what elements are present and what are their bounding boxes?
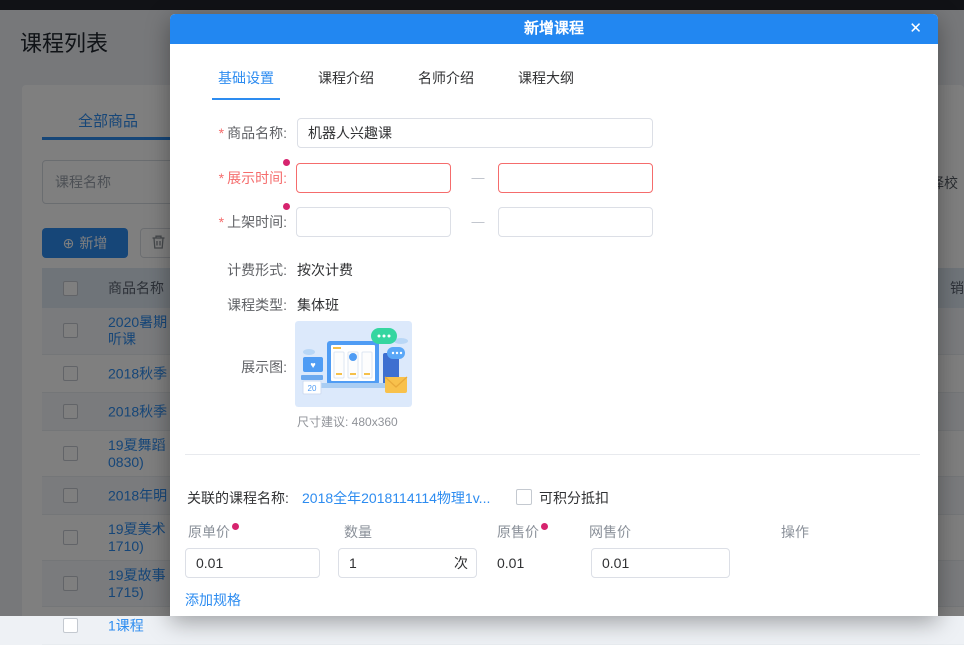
add-course-modal: 新增课程 ✕ 基础设置 课程介绍 名师介绍 课程大纲 *商品名称: *展示时间:… (170, 14, 938, 616)
section-divider (185, 454, 920, 455)
related-course-link[interactable]: 2018全年2018114114物理1v... (302, 488, 490, 508)
close-icon[interactable]: ✕ (909, 14, 922, 44)
course-type-value: 集体班 (297, 297, 339, 313)
related-course-row: 关联的课程名称: 2018全年2018114114物理1v... 可积分抵扣 (170, 488, 938, 508)
required-dot (283, 203, 290, 210)
product-name-label: * 商品名称: (218, 125, 287, 141)
points-deduct-checkbox[interactable] (516, 489, 532, 505)
shelf-time-label: * 上架时间: (218, 214, 287, 230)
row-checkbox[interactable] (63, 617, 78, 633)
modal-header: 新增课程 ✕ (170, 14, 938, 44)
tab-basic-settings[interactable]: 基础设置 (212, 68, 280, 100)
modal-title: 新增课程 (523, 20, 584, 37)
net-price-input[interactable] (591, 548, 730, 578)
shelf-time-start-input[interactable] (296, 207, 451, 237)
course-link[interactable]: 1课程 (108, 617, 144, 634)
billing-label: 计费形式: (227, 262, 287, 278)
modal-tab-bar: 基础设置 课程介绍 名师介绍 课程大纲 (212, 68, 580, 100)
course-type-label: 课程类型: (227, 297, 287, 313)
actions-header: 操作 (781, 524, 809, 540)
required-dot (541, 523, 548, 530)
quantity-unit-label: 次 (454, 555, 468, 571)
display-time-start-input[interactable] (296, 163, 451, 193)
required-mark: * (218, 170, 225, 186)
quantity-header: 数量 (344, 524, 372, 540)
screen: 课程列表 全部商品 ⊕ 新增 商品名称 销 (0, 0, 964, 645)
required-mark: * (218, 214, 225, 230)
range-dash: — (471, 170, 485, 185)
billing-row: 计费形式: 按次计费 (170, 260, 938, 280)
shelf-time-end-input[interactable] (498, 207, 653, 237)
original-price-value: 0.01 (497, 555, 525, 571)
tab-teacher-intro[interactable]: 名师介绍 (412, 68, 480, 100)
product-name-row: * 商品名称: (170, 118, 938, 148)
tab-course-intro[interactable]: 课程介绍 (312, 68, 380, 100)
display-time-end-input[interactable] (498, 163, 653, 193)
billing-value: 按次计费 (297, 262, 353, 278)
original-price-header: 原售价 (497, 522, 548, 542)
range-dash: — (471, 214, 485, 229)
net-price-header: 网售价 (589, 524, 631, 540)
related-course-label: 关联的课程名称: (187, 490, 289, 506)
add-spec-link[interactable]: 添加规格 (185, 590, 241, 610)
display-image-label-row: 展示图: (170, 357, 938, 377)
display-image-thumbnail[interactable]: ♥ 20 (295, 321, 412, 407)
display-time-label: * 展示时间: (218, 170, 287, 186)
quantity-field: 次 (338, 548, 477, 578)
required-mark: * (218, 125, 225, 141)
pricing-input-row: 次 0.01 (170, 548, 938, 578)
required-dot (283, 159, 290, 166)
display-image-label: 展示图: (241, 359, 287, 375)
image-size-hint: 尺寸建议: 480x360 (297, 415, 398, 429)
display-time-row: * 展示时间: — (170, 159, 938, 193)
image-badge-20: 20 (308, 384, 317, 393)
course-type-row: 课程类型: 集体班 (170, 295, 938, 315)
tab-course-outline[interactable]: 课程大纲 (512, 68, 580, 100)
points-deduct-label: 可积分抵扣 (539, 490, 609, 506)
shelf-time-row: * 上架时间: — (170, 203, 938, 237)
unit-price-header: 原单价 (188, 522, 239, 542)
unit-price-input[interactable] (185, 548, 320, 578)
svg-text:♥: ♥ (310, 360, 315, 370)
required-dot (232, 523, 239, 530)
product-name-input[interactable] (297, 118, 653, 148)
